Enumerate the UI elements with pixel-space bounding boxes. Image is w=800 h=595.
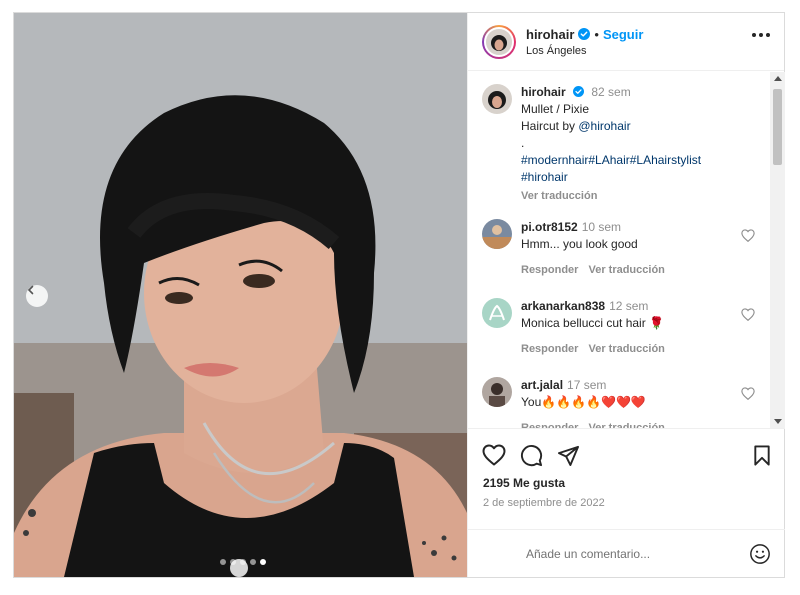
- add-comment-input[interactable]: [526, 547, 749, 561]
- comment-item: pi.otr8152 10 sem Hmm... you look good Re…: [468, 219, 785, 298]
- post-date: 2 de septiembre de 2022: [483, 497, 605, 509]
- comment-time: 17 sem: [567, 378, 607, 392]
- comment-text: Monica bellucci cut hair 🌹: [521, 316, 664, 330]
- reply-button[interactable]: Responder: [521, 420, 578, 428]
- reply-button[interactable]: Responder: [521, 262, 578, 279]
- add-comment-bar: [468, 529, 785, 578]
- carousel-dot: [230, 559, 236, 565]
- more-icon: [752, 33, 756, 37]
- post-actions: 2195 Me gusta 2 de septiembre de 2022: [468, 428, 785, 577]
- comment-time: 12 sem: [609, 299, 649, 313]
- scrollbar-thumb[interactable]: [773, 89, 782, 165]
- hashtags-link[interactable]: #modernhair#LAhair#LAhairstylist: [521, 152, 771, 169]
- post-caption: hirohair 82 sem Mullet / Pixie Haircut b…: [468, 72, 785, 205]
- caption-line: Mullet / Pixie: [521, 102, 590, 116]
- post-location[interactable]: Los Ángeles: [526, 45, 643, 57]
- comments-list[interactable]: hirohair 82 sem Mullet / Pixie Haircut b…: [468, 72, 785, 428]
- comment-username[interactable]: art.jalal: [521, 378, 563, 392]
- mention-link[interactable]: @hirohair: [578, 119, 630, 133]
- scroll-down-arrow[interactable]: [774, 419, 782, 424]
- comment-text: Hmm... you look good: [521, 237, 638, 251]
- avatar-image: [486, 28, 512, 55]
- comment-item: art.jalal 17 sem You🔥🔥🔥🔥❤️❤️❤️ Responder …: [468, 377, 785, 428]
- comment-icon[interactable]: [520, 444, 543, 467]
- portrait-illustration: [14, 13, 467, 577]
- post-header: hirohair • Seguir Los Ángeles: [468, 13, 784, 71]
- verified-icon: [578, 28, 591, 40]
- likes-count[interactable]: 2195 Me gusta: [468, 469, 785, 490]
- carousel-prev-button[interactable]: [26, 285, 48, 307]
- caption-avatar[interactable]: [482, 84, 512, 114]
- share-icon[interactable]: [557, 445, 580, 466]
- header-separator: •: [594, 26, 599, 42]
- instagram-post: hirohair • Seguir Los Ángeles hirohair 8…: [13, 12, 785, 578]
- comment-avatar[interactable]: [482, 377, 512, 407]
- comment-username[interactable]: arkanarkan838: [521, 299, 605, 313]
- heart-icon[interactable]: [482, 444, 506, 466]
- heart-icon[interactable]: [741, 308, 755, 326]
- comment-time: 10 sem: [581, 220, 622, 234]
- verified-icon: [573, 86, 585, 97]
- comment-username[interactable]: pi.otr8152: [521, 220, 578, 234]
- reply-button[interactable]: Responder: [521, 341, 578, 358]
- see-translation-link[interactable]: Ver traducción: [588, 341, 664, 358]
- carousel-dot: [220, 559, 226, 565]
- heart-icon[interactable]: [741, 229, 755, 247]
- bookmark-icon[interactable]: [753, 444, 771, 466]
- see-translation-link[interactable]: Ver traducción: [588, 262, 664, 279]
- more-options-button[interactable]: [752, 33, 770, 37]
- comment-avatar[interactable]: [482, 298, 512, 328]
- carousel-dot: [250, 559, 256, 565]
- author-avatar[interactable]: [482, 24, 516, 59]
- post-side-panel: hirohair • Seguir Los Ángeles hirohair 8…: [467, 13, 785, 577]
- caption-line: Haircut by @hirohair: [521, 118, 771, 135]
- caption-line: .: [521, 136, 525, 150]
- heart-icon[interactable]: [741, 387, 755, 405]
- scroll-up-arrow[interactable]: [774, 76, 782, 81]
- see-translation-link[interactable]: Ver traducción: [521, 188, 771, 205]
- carousel-indicator: [220, 559, 266, 565]
- post-photo[interactable]: [14, 13, 467, 577]
- follow-button[interactable]: Seguir: [603, 27, 643, 42]
- carousel-dot-active: [260, 559, 266, 565]
- caption-username[interactable]: hirohair: [521, 85, 566, 99]
- author-username[interactable]: hirohair: [526, 27, 574, 42]
- comment-text: You🔥🔥🔥🔥❤️❤️❤️: [521, 395, 646, 409]
- see-translation-link[interactable]: Ver traducción: [588, 420, 664, 428]
- caption-time: 82 sem: [591, 85, 631, 99]
- emoji-icon[interactable]: [749, 543, 771, 565]
- comment-avatar[interactable]: [482, 219, 512, 249]
- carousel-dot: [240, 559, 246, 565]
- hashtag-link[interactable]: #hirohair: [521, 169, 771, 186]
- caption-text: Haircut by: [521, 119, 579, 133]
- comments-scrollbar[interactable]: [770, 72, 785, 428]
- comment-item: arkanarkan838 12 sem Monica bellucci cut …: [468, 298, 785, 377]
